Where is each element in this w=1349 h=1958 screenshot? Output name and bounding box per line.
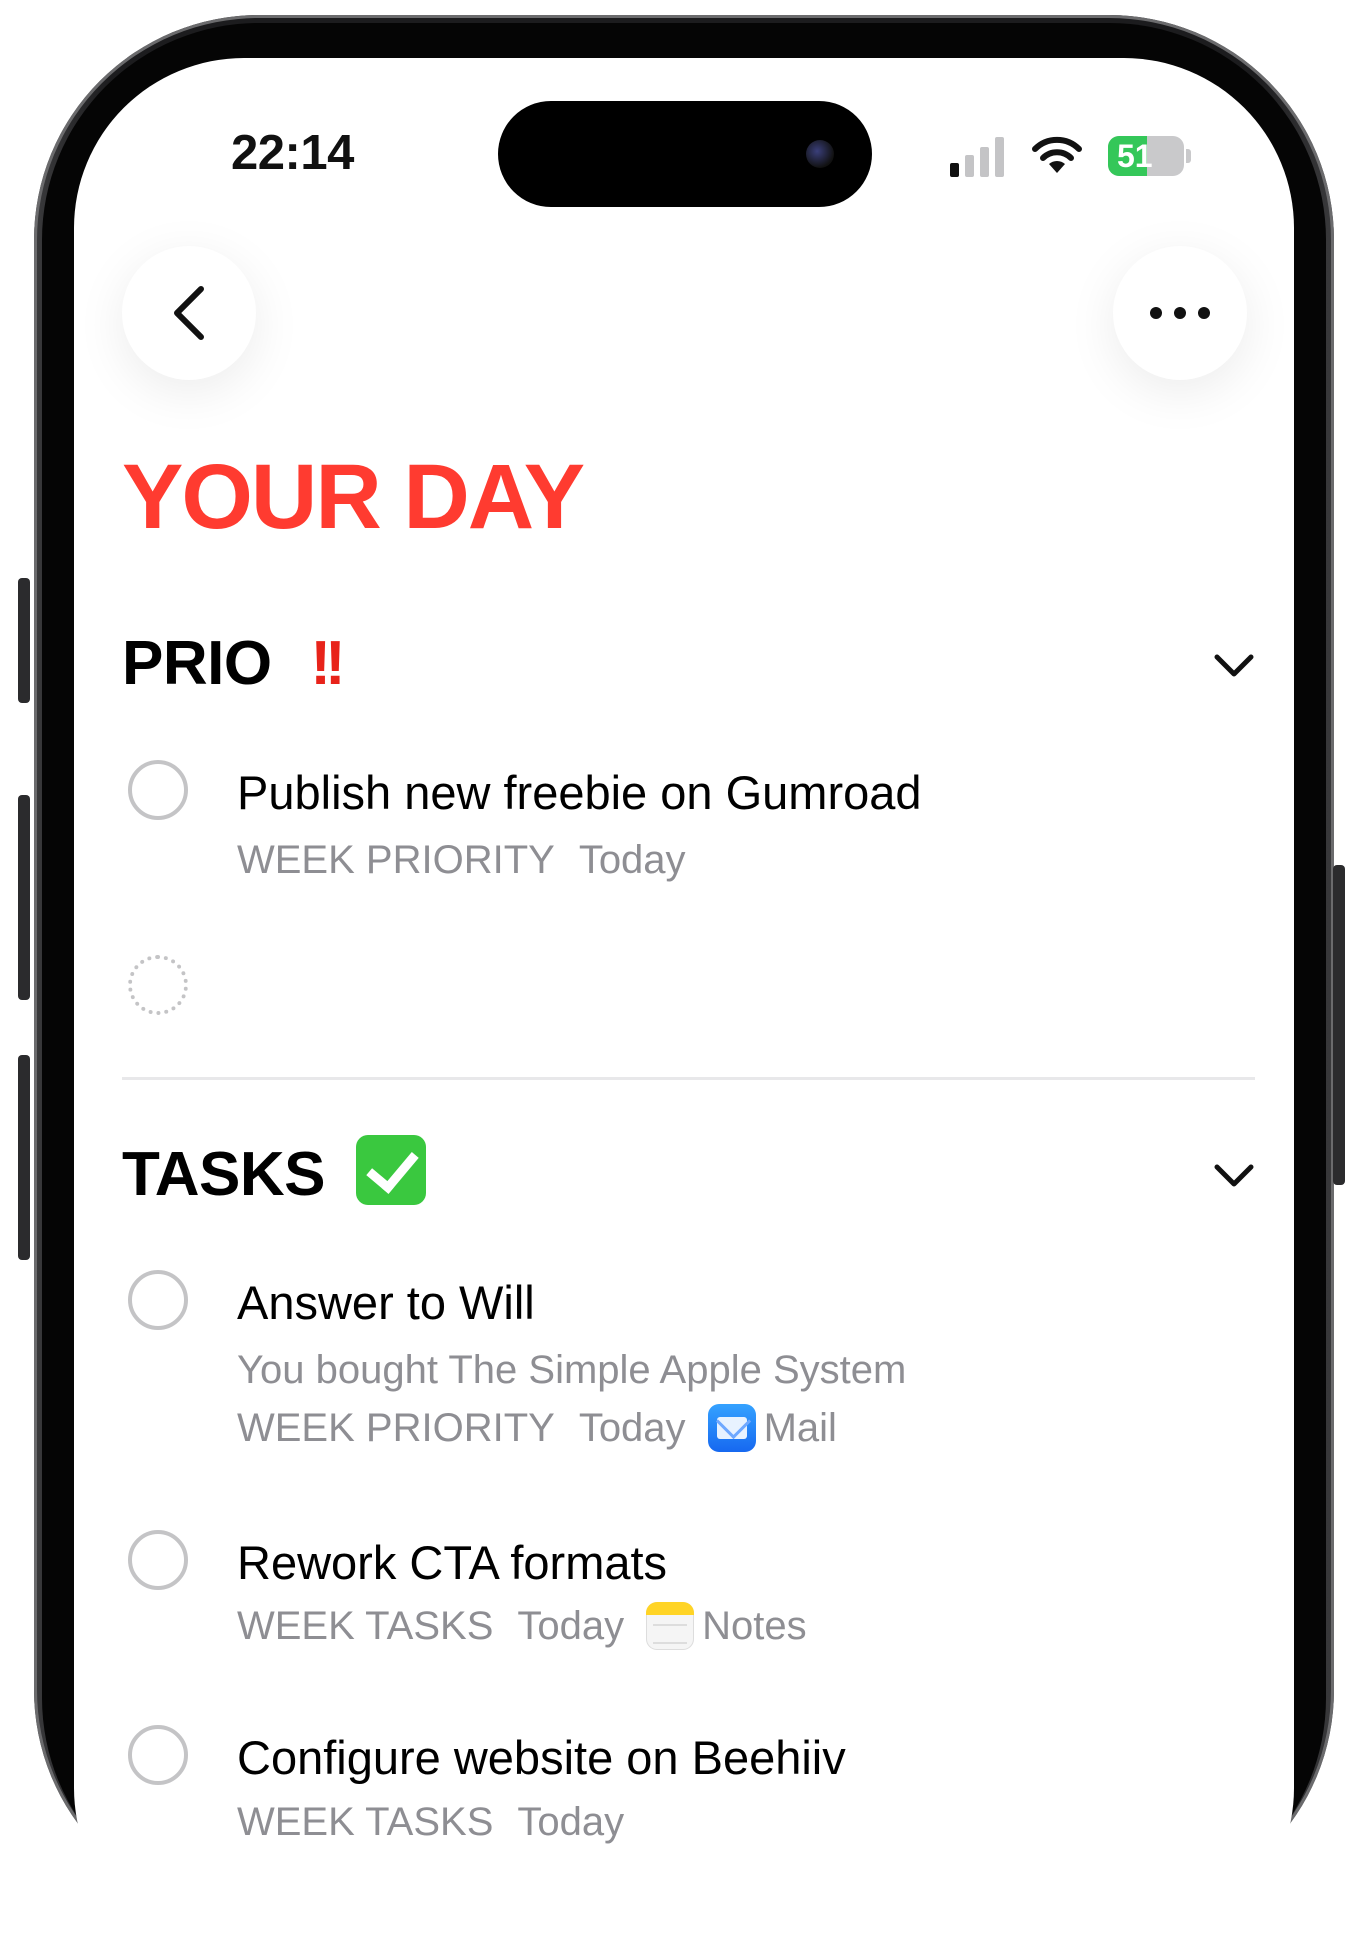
battery-percent: 51 [1117, 138, 1153, 174]
more-button[interactable] [1113, 246, 1247, 380]
task-list-name: WEEK PRIORITY [237, 1405, 555, 1450]
task-title[interactable]: Configure website on Beehiiv [237, 1730, 846, 1785]
notes-icon [646, 1602, 695, 1650]
back-button[interactable] [122, 246, 256, 380]
task-checkbox[interactable] [128, 1270, 188, 1330]
section-title: PRIO [122, 629, 272, 698]
cellular-signal-icon [950, 133, 1014, 177]
task-note: You bought The Simple Apple System [237, 1348, 906, 1393]
task-list-name: WEEK TASKS [237, 1800, 494, 1844]
section-header-tasks[interactable]: TASKS [122, 1135, 426, 1210]
task-note-text: You bought The Simple Apple System [237, 1348, 907, 1392]
task-due-date: Today [578, 1405, 686, 1450]
task-list-name: WEEK TASKS [237, 1603, 494, 1648]
section-divider [122, 1077, 1255, 1080]
screen [74, 58, 1294, 1958]
checkmark-emoji-icon [355, 1135, 426, 1205]
battery-tip [1186, 149, 1191, 163]
task-checkbox[interactable] [128, 1530, 188, 1590]
task-title[interactable]: Publish new freebie on Gumroad [237, 765, 922, 820]
task-app-link[interactable]: Notes [702, 1604, 807, 1649]
task-meta: WEEK TASKS Today Notes [237, 1602, 807, 1650]
task-title[interactable]: Rework CTA formats [237, 1535, 667, 1590]
power-button [1333, 865, 1345, 1185]
task-meta: WEEK PRIORITY Today [237, 838, 686, 883]
chevron-left-icon [174, 286, 204, 340]
task-list-name: WEEK PRIORITY [237, 838, 555, 882]
task-checkbox[interactable] [128, 760, 188, 820]
task-meta: WEEK TASKS Today [237, 1800, 624, 1845]
status-time: 22:14 [231, 126, 354, 180]
camera-icon [806, 140, 834, 168]
chevron-down-icon[interactable] [1213, 1162, 1255, 1190]
new-task-placeholder[interactable] [128, 955, 188, 1015]
chevron-down-icon[interactable] [1213, 652, 1255, 680]
task-app-link[interactable]: Mail [764, 1406, 837, 1451]
task-due-date: Today [517, 1603, 625, 1648]
task-title[interactable]: Answer to Will [237, 1275, 535, 1330]
task-due-date: Today [578, 838, 686, 882]
ellipsis-icon [1150, 307, 1210, 319]
volume-up-button [18, 795, 30, 1000]
task-due-date: Today [517, 1800, 625, 1844]
battery-icon: 51 [1108, 136, 1184, 176]
page-title: YOUR DAY [122, 446, 585, 548]
wifi-icon [1032, 136, 1082, 173]
section-title: TASKS [122, 1140, 326, 1209]
mail-icon [707, 1404, 756, 1452]
task-checkbox[interactable] [128, 1725, 188, 1785]
volume-down-button [18, 1055, 30, 1260]
section-header-prio[interactable]: PRIO !! [122, 628, 346, 699]
task-meta: WEEK PRIORITY Today Mail [237, 1404, 837, 1452]
double-exclamation-icon: !! [310, 629, 345, 698]
action-button [18, 578, 30, 703]
